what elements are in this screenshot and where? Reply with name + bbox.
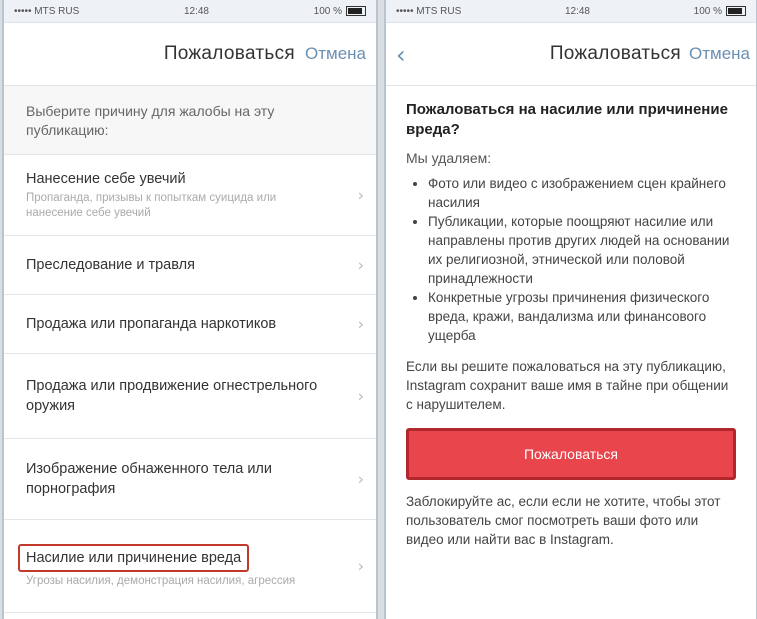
- reason-label: Нанесение себе увечий: [26, 171, 186, 187]
- list-item: Конкретные угрозы причинения физического…: [428, 288, 738, 345]
- navigation-bar: Пожаловаться Отмена: [4, 23, 376, 86]
- reason-label: Изображение обнаженного тела или порногр…: [26, 461, 272, 497]
- clock: 12:48: [183, 5, 209, 17]
- reason-violence[interactable]: Насилие или причинение вреда Угрозы наси…: [4, 520, 376, 613]
- reason-description: Угрозы насилия, демонстрация насилия, аг…: [26, 574, 296, 587]
- page-title: Пожаловаться: [549, 43, 681, 64]
- left-screen: ••••• MTS RUS 12:48 100 % Пожаловаться О…: [2, 0, 378, 619]
- reason-harassment[interactable]: Преследование и травля ›: [4, 236, 376, 295]
- battery-percent: 100 %: [313, 5, 342, 17]
- page-title: Пожаловаться: [163, 43, 295, 64]
- instructions-text: Выберите причину для жалобы на эту публи…: [4, 86, 376, 155]
- removal-list: Фото или видео с изображением сцен крайн…: [406, 174, 738, 345]
- reason-nudity[interactable]: Изображение обнаженного тела или порногр…: [4, 439, 376, 520]
- reason-label: Продажа или продвижение огнестрельного о…: [26, 378, 318, 414]
- carrier-label: ••••• MTS RUS: [396, 5, 462, 17]
- battery-percent: 100 %: [693, 5, 722, 17]
- cancel-button[interactable]: Отмена: [305, 44, 366, 64]
- right-screen: ••••• MTS RUS 12:48 100 % ‹ Пожаловаться…: [384, 0, 757, 619]
- battery-icon: [726, 5, 746, 16]
- reason-firearms[interactable]: Продажа или продвижение огнестрельного о…: [4, 354, 376, 439]
- reason-label: Продажа или пропаганда наркотиков: [26, 316, 277, 332]
- privacy-note: Если вы решите пожаловаться на эту публи…: [406, 359, 729, 412]
- chevron-right-icon: ›: [357, 469, 364, 489]
- removal-intro: Мы удаляем:: [406, 150, 492, 166]
- block-suggestion: Заблокируйте ac, если если не хотите, чт…: [406, 494, 721, 547]
- chevron-right-icon: ›: [357, 185, 364, 205]
- battery-status: 100 %: [694, 6, 746, 17]
- chevron-right-icon: ›: [357, 314, 364, 334]
- chevron-right-icon: ›: [357, 386, 364, 406]
- report-button[interactable]: Пожаловаться: [406, 428, 736, 480]
- reason-drugs[interactable]: Продажа или пропаганда наркотиков ›: [4, 295, 376, 354]
- chevron-right-icon: ›: [357, 556, 364, 576]
- list-item: Публикации, которые поощряют насилие или…: [428, 212, 738, 288]
- navigation-bar: ‹ Пожаловаться Отмена: [386, 23, 756, 86]
- list-item: Фото или видео с изображением сцен крайн…: [428, 174, 738, 212]
- report-question: Пожаловаться на насилие или причинение в…: [406, 101, 728, 138]
- battery-status: 100 %: [314, 6, 366, 17]
- status-bar: ••••• MTS RUS 12:48 100 %: [4, 0, 376, 23]
- highlighted-reason-label: Насилие или причинение вреда: [18, 543, 250, 572]
- status-bar: ••••• MTS RUS 12:48 100 %: [386, 0, 756, 23]
- back-chevron-icon[interactable]: ‹: [396, 41, 406, 69]
- chevron-right-icon: ›: [357, 255, 364, 275]
- cancel-button[interactable]: Отмена: [689, 44, 750, 64]
- reason-description: Пропаганда, призывы к попыткам суицида и…: [26, 192, 277, 219]
- reason-label: Преследование и травля: [26, 257, 195, 273]
- battery-icon: [346, 5, 366, 16]
- clock: 12:48: [564, 5, 590, 17]
- reason-self-harm[interactable]: Нанесение себе увечий Пропаганда, призыв…: [4, 155, 376, 236]
- report-details: Пожаловаться на насилие или причинение в…: [386, 86, 756, 549]
- carrier-label: ••••• MTS RUS: [14, 5, 80, 17]
